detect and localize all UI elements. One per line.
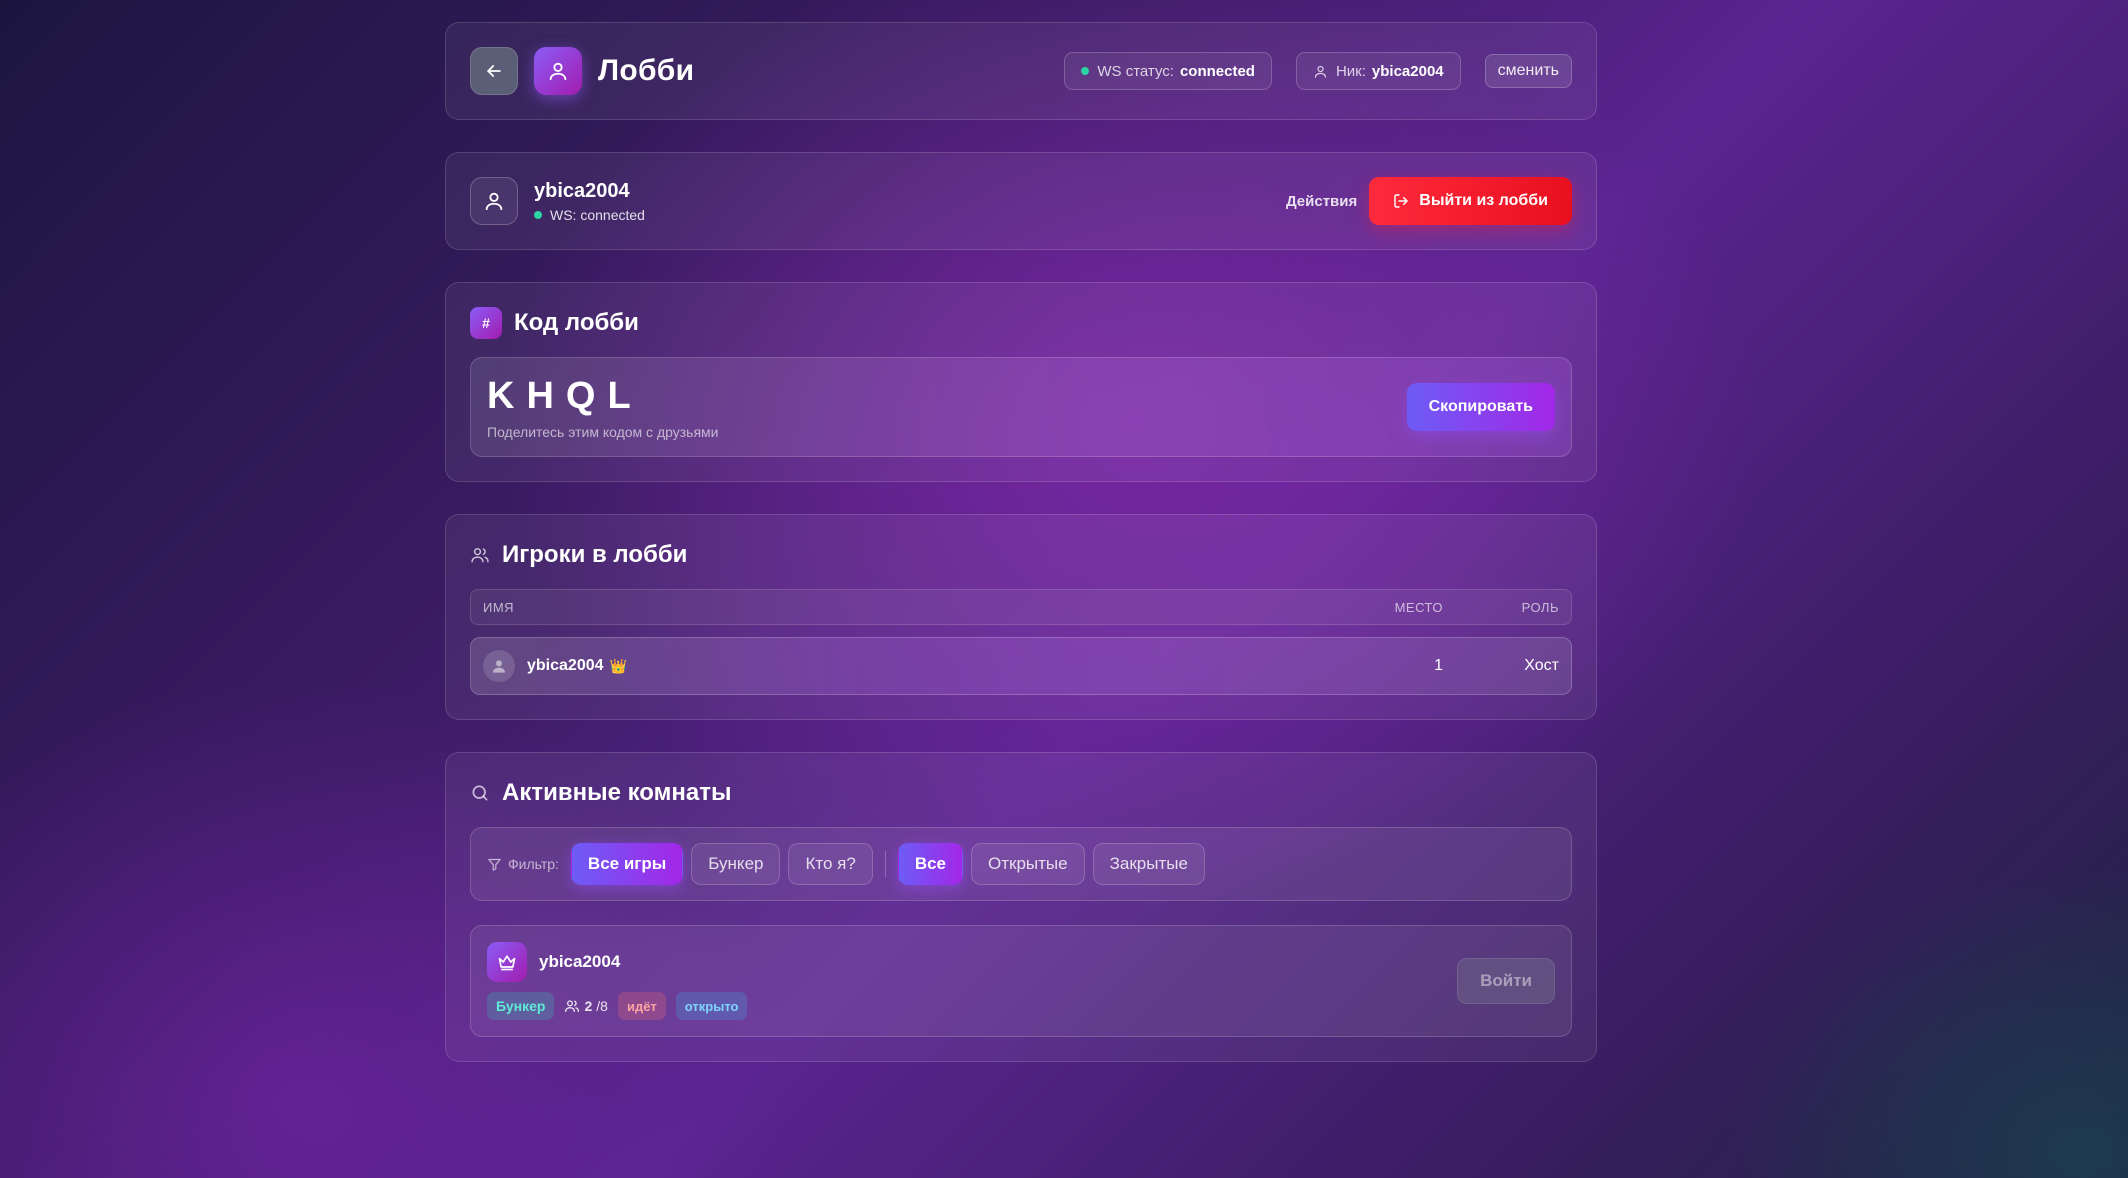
user-icon xyxy=(1314,65,1327,78)
room-info: ybica2004 Бункер 2 /8 идёт открыто xyxy=(487,942,748,1020)
filter-icon xyxy=(488,858,501,871)
user-icon xyxy=(534,47,582,95)
player-avatar-icon xyxy=(483,650,515,682)
lobby-code-section: # Код лобби KHQL Поделитесь этим кодом с… xyxy=(445,282,1597,482)
room-players: 2 /8 xyxy=(564,998,608,1014)
ws-status-label: WS статус: xyxy=(1097,62,1174,80)
filter-bunker[interactable]: Бункер xyxy=(691,843,781,885)
players-section: Игроки в лобби Имя Место Роль ybica2004 … xyxy=(445,514,1597,720)
nick-pill: Ник: ybica2004 xyxy=(1295,52,1461,90)
user-card: ybica2004 WS: connected Действия Выйти и… xyxy=(445,152,1597,250)
user-status-text: WS: connected xyxy=(550,206,645,223)
room-host: ybica2004 xyxy=(539,952,621,971)
lobby-code-header: # Код лобби xyxy=(470,307,1572,339)
filter-status-open[interactable]: Открытые xyxy=(971,843,1085,885)
join-room-button[interactable]: Войти xyxy=(1457,958,1555,1004)
column-header-name: Имя xyxy=(483,599,515,615)
filter-bar: Фильтр: Все игры Бункер Кто я? Все Откры… xyxy=(470,827,1572,901)
change-nick-button[interactable]: сменить xyxy=(1484,54,1572,88)
room-players-max: /8 xyxy=(596,998,608,1014)
lobby-code-title: Код лобби xyxy=(514,309,639,336)
filter-label-text: Фильтр: xyxy=(508,856,559,872)
nick-label: Ник: xyxy=(1335,62,1366,80)
column-header-place: Место xyxy=(1394,599,1443,615)
avatar xyxy=(470,177,518,225)
nick-value: ybica2004 xyxy=(1371,62,1444,80)
filter-label: Фильтр: xyxy=(487,856,559,872)
users-icon xyxy=(471,548,489,563)
player-role: Хост xyxy=(1524,657,1559,674)
user-icon xyxy=(485,192,503,211)
copy-code-button[interactable]: Скопировать xyxy=(1406,383,1555,431)
lobby-code-box: KHQL Поделитесь этим кодом с друзьями Ск… xyxy=(470,357,1572,457)
room-card: ybica2004 Бункер 2 /8 идёт открыто Войти xyxy=(470,925,1572,1037)
lobby-code: KHQL xyxy=(487,374,643,417)
room-access-badge: открыто xyxy=(675,992,748,1020)
crown-icon xyxy=(487,942,527,982)
crown-icon: 👑 xyxy=(609,657,627,674)
actions-label: Действия xyxy=(1285,192,1358,210)
lobby-code-hint: Поделитесь этим кодом с друзьями xyxy=(487,423,719,440)
logout-icon xyxy=(1394,194,1408,208)
player-name-cell: ybica2004 👑 xyxy=(483,650,1293,682)
column-header-role: Роль xyxy=(1521,599,1559,615)
ws-status-pill: WS статус: connected xyxy=(1064,52,1272,90)
player-place: 1 xyxy=(1434,657,1443,674)
status-dot-icon xyxy=(534,210,542,219)
nick-group: Ник: ybica2004 сменить xyxy=(1295,52,1572,90)
filter-who-am-i[interactable]: Кто я? xyxy=(788,843,873,885)
leave-lobby-button[interactable]: Выйти из лобби xyxy=(1369,177,1572,225)
actions-group: Действия Выйти из лобби xyxy=(1286,177,1572,225)
back-button[interactable] xyxy=(470,47,518,95)
users-icon xyxy=(565,1000,580,1012)
header-bar: Лобби WS статус: connected Ник: ybica200… xyxy=(445,22,1597,120)
active-rooms-title: Активные комнаты xyxy=(502,779,732,806)
ws-status-value: connected xyxy=(1179,62,1255,80)
page-title: Лобби xyxy=(598,54,695,87)
search-icon xyxy=(472,785,488,801)
header-right: WS статус: connected Ник: ybica2004 смен… xyxy=(1064,52,1572,90)
hash-icon: # xyxy=(470,307,502,339)
player-name: ybica2004 xyxy=(527,657,604,674)
user-name: ybica2004 xyxy=(534,179,630,202)
user-status: WS: connected xyxy=(534,207,645,223)
room-top: ybica2004 xyxy=(487,942,747,982)
players-header: Игроки в лобби xyxy=(470,539,1572,571)
players-table-header: Имя Место Роль xyxy=(470,589,1572,625)
filter-all-games[interactable]: Все игры xyxy=(570,843,684,885)
filter-divider xyxy=(884,851,886,877)
filter-status-all[interactable]: Все xyxy=(897,843,964,885)
players-title: Игроки в лобби xyxy=(502,541,688,568)
arrow-left-icon xyxy=(487,65,501,77)
room-game-badge: Бункер xyxy=(487,992,555,1020)
room-state-badge: идёт xyxy=(617,992,666,1020)
table-row: ybica2004 👑 1 Хост xyxy=(470,637,1572,695)
room-players-count: 2 xyxy=(584,998,593,1014)
user-info: ybica2004 WS: connected xyxy=(534,180,645,223)
active-rooms-header: Активные комнаты xyxy=(470,777,1572,809)
active-rooms-section: Активные комнаты Фильтр: Все игры Бункер… xyxy=(445,752,1597,1062)
page-container: Лобби WS статус: connected Ник: ybica200… xyxy=(445,22,1597,1062)
lobby-code-info: KHQL Поделитесь этим кодом с друзьями xyxy=(487,375,719,440)
filter-status-closed[interactable]: Закрытые xyxy=(1092,843,1205,885)
room-tags: Бункер 2 /8 идёт открыто xyxy=(487,992,748,1020)
status-dot-icon xyxy=(1081,67,1090,75)
leave-lobby-label: Выйти из лобби xyxy=(1419,192,1548,209)
